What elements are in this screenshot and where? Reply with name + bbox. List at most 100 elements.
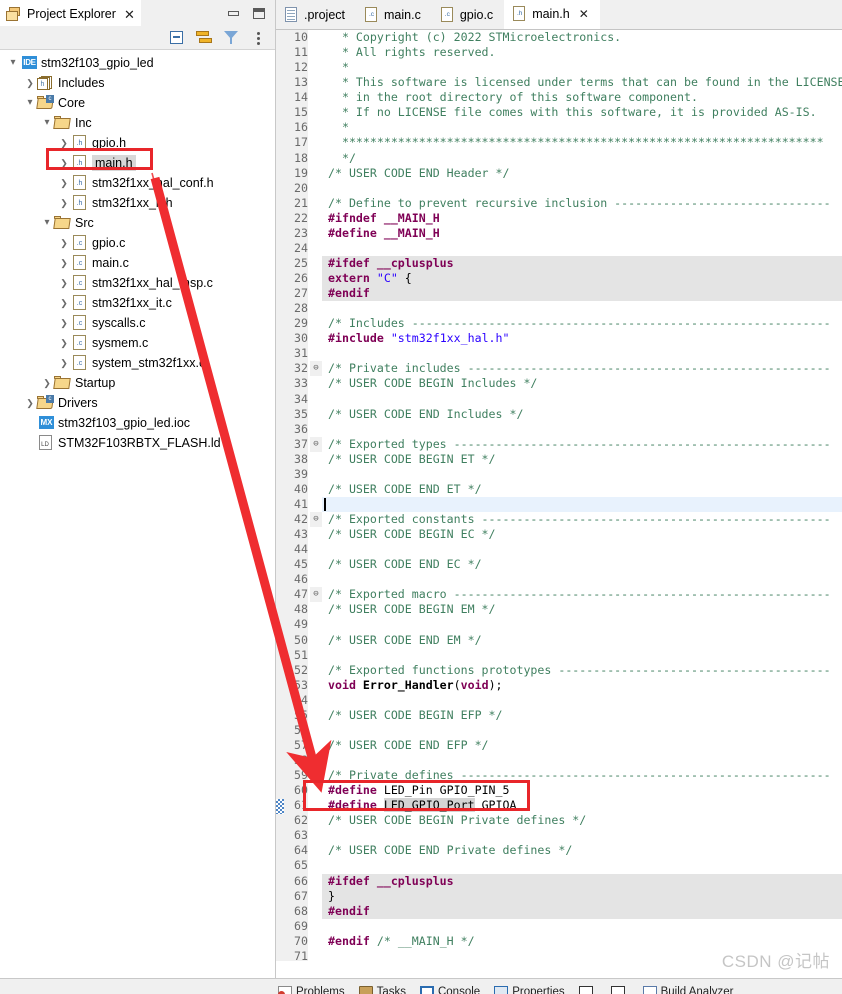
tree-item-stm32f103-gpio-led-ioc[interactable]: ·MX stm32f103_gpio_led.ioc — [0, 413, 275, 433]
fold-collapse-icon[interactable]: ⊖ — [310, 361, 322, 377]
bottom-view-tab-build-analyzer[interactable]: Build Analyzer — [642, 985, 733, 994]
code-line[interactable]: 49 — [276, 617, 842, 633]
tree-item-main-c[interactable]: ❯ .c main.c — [0, 253, 275, 273]
code-line[interactable]: 71 — [276, 948, 842, 961]
code-line[interactable]: 45 /* USER CODE END EC */ — [276, 557, 842, 573]
tree-item-stm32f1xx-hal-conf-h[interactable]: ❯ .h stm32f1xx_hal_conf.h — [0, 173, 275, 193]
code-line[interactable]: 41 — [276, 496, 842, 512]
code-line[interactable]: 52 /* Exported functions prototypes -----… — [276, 662, 842, 678]
code-line[interactable]: 48 /* USER CODE BEGIN EM */ — [276, 602, 842, 618]
tree-item-drivers[interactable]: ❯ c Drivers — [0, 393, 275, 413]
tree-item-stm32f103rbtx-flash-ld[interactable]: ·LDSTM32F103RBTX_FLASH.ld — [0, 433, 275, 453]
filter-icon[interactable] — [223, 29, 240, 46]
chevron-right-icon[interactable]: ❯ — [57, 238, 71, 248]
code-line[interactable]: 47 ⊖ /* Exported macro -------------------… — [276, 587, 842, 603]
chevron-right-icon[interactable]: ❯ — [40, 378, 54, 388]
code-line[interactable]: 20 — [276, 180, 842, 196]
code-line[interactable]: 17 *************************************… — [276, 135, 842, 151]
code-line[interactable]: 40 /* USER CODE END ET */ — [276, 481, 842, 497]
code-line[interactable]: 37 ⊖ /* Exported types -------------------… — [276, 436, 842, 452]
code-line[interactable]: 62 /* USER CODE BEGIN Private defines */ — [276, 813, 842, 829]
code-line[interactable]: 66 #ifdef __cplusplus — [276, 873, 842, 889]
chevron-right-icon[interactable]: ❯ — [57, 318, 71, 328]
code-line[interactable]: 67} — [276, 888, 842, 904]
code-line[interactable]: 32 ⊖ /* Private includes -----------------… — [276, 361, 842, 377]
code-line[interactable]: 53 void Error_Handler(void); — [276, 677, 842, 693]
editor-tab-main-h[interactable]: .h main.h ✕ — [504, 0, 600, 29]
code-line[interactable]: 60 #define LED_Pin GPIO_PIN_5 — [276, 783, 842, 799]
code-line[interactable]: 31 — [276, 346, 842, 362]
chevron-right-icon[interactable]: ❯ — [57, 158, 71, 168]
code-line[interactable]: 39 — [276, 466, 842, 482]
project-tree[interactable]: ▾ IDE stm32f103_gpio_led ❯ h Includes ▾ c Core ▾ I… — [0, 50, 275, 453]
code-line[interactable]: 50 /* USER CODE END EM */ — [276, 632, 842, 648]
bottom-view-tab-console[interactable]: Console — [419, 985, 480, 994]
code-line[interactable]: 18 */ — [276, 150, 842, 166]
code-line[interactable]: 65 — [276, 858, 842, 874]
code-line[interactable]: 22 #ifndef __MAIN_H — [276, 210, 842, 226]
tree-item-sysmem-c[interactable]: ❯ .c sysmem.c — [0, 333, 275, 353]
code-line[interactable]: 28 — [276, 301, 842, 317]
code-line[interactable]: 13 * This software is licensed under ter… — [276, 75, 842, 91]
chevron-right-icon[interactable]: ❯ — [57, 258, 71, 268]
code-line[interactable]: 14 * in the root directory of this softw… — [276, 90, 842, 106]
chevron-right-icon[interactable]: ❯ — [57, 278, 71, 288]
editor-tab-main-c[interactable]: .c main.c — [356, 0, 432, 29]
chevron-right-icon[interactable]: ❯ — [57, 338, 71, 348]
code-line[interactable]: 34 — [276, 391, 842, 407]
code-line[interactable]: 55 /* USER CODE BEGIN EFP */ — [276, 707, 842, 723]
bottom-view-tab-icon-4[interactable] — [578, 985, 597, 994]
code-line[interactable]: 12 * — [276, 60, 842, 76]
code-line[interactable]: 61 #define LED_GPIO_Port GPIOA — [276, 798, 842, 814]
fold-collapse-icon[interactable]: ⊖ — [310, 587, 322, 603]
bottom-view-tab-tasks[interactable]: Tasks — [358, 985, 406, 994]
code-text[interactable]: 10 * Copyright (c) 2022 STMicroelectroni… — [276, 30, 842, 961]
chevron-right-icon[interactable]: ❯ — [57, 358, 71, 368]
bottom-view-tabs[interactable]: Problems Tasks Console Properties Build Anal… — [0, 982, 733, 994]
maximize-icon[interactable] — [253, 7, 265, 19]
fold-collapse-icon[interactable]: ⊖ — [310, 436, 322, 452]
code-line[interactable]: 64 /* USER CODE END Private defines */ — [276, 843, 842, 859]
chevron-right-icon[interactable]: ❯ — [23, 398, 37, 408]
close-icon[interactable]: ✕ — [124, 8, 135, 21]
code-line[interactable]: 11 * All rights reserved. — [276, 45, 842, 61]
bottom-view-tab-icon-5[interactable] — [610, 985, 629, 994]
editor-tab-gpio-c[interactable]: .c gpio.c — [432, 0, 504, 29]
link-with-editor-icon[interactable] — [196, 29, 213, 46]
chevron-right-icon[interactable]: ❯ — [57, 298, 71, 308]
code-line[interactable]: 43 /* USER CODE BEGIN EC */ — [276, 527, 842, 543]
code-line[interactable]: 51 — [276, 647, 842, 663]
tree-item-gpio-c[interactable]: ❯ .c gpio.c — [0, 233, 275, 253]
chevron-right-icon[interactable]: ❯ — [57, 178, 71, 188]
tree-item-syscalls-c[interactable]: ❯ .c syscalls.c — [0, 313, 275, 333]
code-line[interactable]: 46 — [276, 572, 842, 588]
code-line[interactable]: 63 — [276, 828, 842, 844]
code-line[interactable]: 30 #include "stm32f1xx_hal.h" — [276, 331, 842, 347]
code-line[interactable]: 26 extern "C" { — [276, 271, 842, 287]
fold-collapse-icon[interactable]: ⊖ — [310, 512, 322, 528]
tree-item-system-stm32f1xx-c[interactable]: ❯ .c system_stm32f1xx.c — [0, 353, 275, 373]
code-line[interactable]: 56 — [276, 722, 842, 738]
chevron-right-icon[interactable]: ❯ — [57, 138, 71, 148]
code-line[interactable]: 59 /* Private defines -------------------… — [276, 768, 842, 784]
tree-item-src[interactable]: ▾ Src — [0, 213, 275, 233]
code-line[interactable]: 54 — [276, 692, 842, 708]
chevron-down-icon[interactable]: ▾ — [6, 58, 20, 68]
bottom-view-tab-problems[interactable]: Problems — [278, 985, 345, 994]
code-line[interactable]: 42 ⊖ /* Exported constants ---------------… — [276, 512, 842, 528]
code-line[interactable]: 69 — [276, 918, 842, 934]
tree-item-startup[interactable]: ❯ Startup — [0, 373, 275, 393]
editor-tab--project[interactable]: .project — [276, 0, 356, 29]
tree-item-stm32f1xx-it-h[interactable]: ❯ .h stm32f1xx_it.h — [0, 193, 275, 213]
tree-item-core[interactable]: ▾ c Core — [0, 93, 275, 113]
code-line[interactable]: 21 /* Define to prevent recursive inclusi… — [276, 195, 842, 211]
editor-tabbar[interactable]: .project .c main.c .c gpio.c .h main.h ✕ — [276, 0, 842, 30]
code-line[interactable]: 35 /* USER CODE END Includes */ — [276, 406, 842, 422]
tree-item-stm32f1xx-hal-msp-c[interactable]: ❯ .c stm32f1xx_hal_msp.c — [0, 273, 275, 293]
chevron-down-icon[interactable]: ▾ — [40, 218, 54, 228]
tree-item-inc[interactable]: ▾ Inc — [0, 113, 275, 133]
code-line[interactable]: 58 — [276, 753, 842, 769]
code-line[interactable]: 10 * Copyright (c) 2022 STMicroelectroni… — [276, 30, 842, 46]
code-line[interactable]: 33 /* USER CODE BEGIN Includes */ — [276, 376, 842, 392]
collapse-all-icon[interactable] — [169, 29, 186, 46]
